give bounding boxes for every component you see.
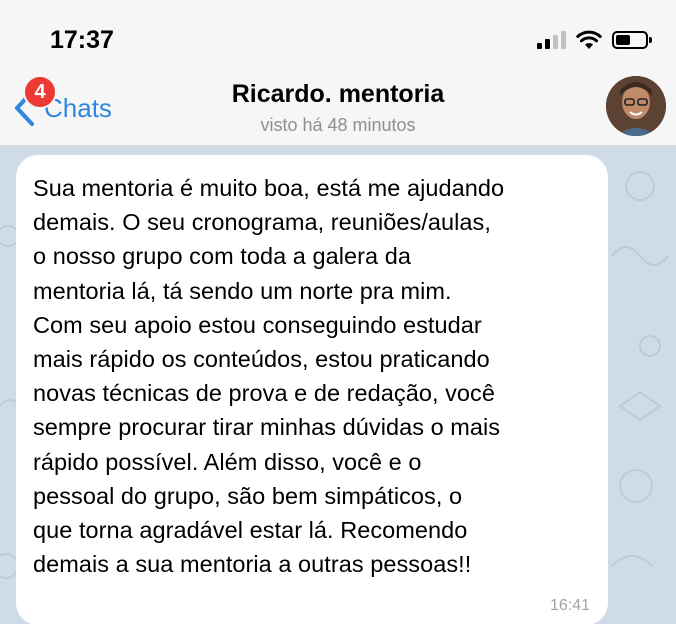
- avatar[interactable]: [606, 76, 666, 136]
- chat-title: Ricardo. mentoria: [231, 80, 445, 108]
- status-bar-time: 17:37: [50, 26, 114, 54]
- last-seen-status: visto há 48 minutos: [260, 115, 416, 135]
- message-timestamp: 16:41: [549, 597, 590, 614]
- chat-title-block[interactable]: Ricardo. mentoria visto há 48 minutos: [150, 80, 526, 136]
- message-line: que torna agradável estar lá. Recomendo: [33, 517, 468, 544]
- chat-header: 17:37 Chats 4 Ricardo. mentoria visto há…: [0, 0, 676, 146]
- message-line: demais. O seu cronograma, reuniões/aulas…: [33, 209, 491, 236]
- avatar-photo: [606, 76, 666, 136]
- status-bar-indicators: [537, 26, 652, 54]
- message-line: Sua mentoria é muito boa, está me ajudan…: [33, 175, 505, 201]
- message-line: mais rápido os conteúdos, estou pratican…: [33, 346, 490, 373]
- message-line: mentoria lá, tá sendo um norte pra mim.: [33, 277, 452, 304]
- message-line: pessoal do grupo, são bem simpáticos, o: [33, 482, 463, 509]
- message-line: sempre procurar tirar minhas dúvidas o m…: [33, 414, 501, 441]
- message-line: demais a sua mentoria a outras pessoas!!: [33, 551, 472, 578]
- message-line: o nosso grupo com toda a galera da: [33, 243, 411, 270]
- message-line: novas técnicas de prova e de redação, vo…: [33, 380, 495, 407]
- message-text: Sua mentoria é muito boa, está me ajudan…: [33, 171, 590, 581]
- message-line: Com seu apoio estou conseguindo estudar: [33, 311, 482, 338]
- message-line: rápido possível. Além disso, você e o: [33, 448, 422, 475]
- battery-icon: [612, 31, 652, 49]
- chat-message-area[interactable]: Sua mentoria é muito boa, está me ajudan…: [0, 146, 676, 624]
- unread-count-badge: 4: [23, 75, 57, 109]
- wifi-icon: [576, 30, 602, 49]
- incoming-message-bubble[interactable]: Sua mentoria é muito boa, está me ajudan…: [16, 155, 608, 624]
- cellular-signal-icon: [537, 31, 566, 49]
